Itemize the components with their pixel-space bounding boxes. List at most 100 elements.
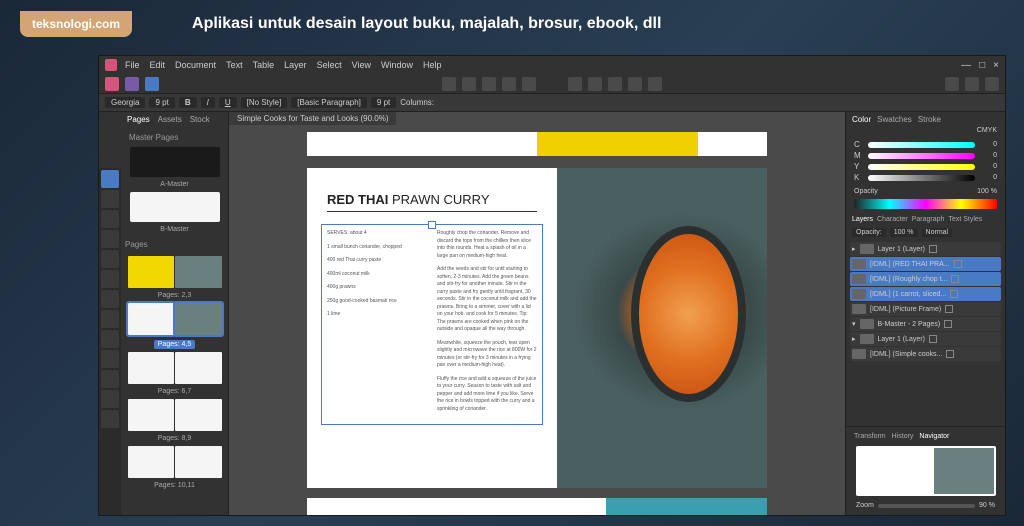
toolbar-icon[interactable] — [568, 77, 582, 91]
selected-text-frame[interactable]: SERVES: about 41 small bunch coriander, … — [327, 230, 537, 419]
tab-transform[interactable]: Transform — [854, 433, 886, 440]
navigator-preview[interactable] — [856, 446, 996, 496]
tab-assets[interactable]: Assets — [158, 115, 182, 124]
page-thumb-4-5[interactable] — [128, 303, 222, 335]
maximize-button[interactable]: □ — [979, 60, 985, 71]
toolbar-icon[interactable] — [628, 77, 642, 91]
zoom-slider[interactable] — [878, 504, 975, 508]
slider-y[interactable] — [868, 164, 975, 170]
layer-item[interactable]: [IDML] (Roughly chop t... — [850, 272, 1001, 286]
slider-y-val[interactable]: 0 — [979, 163, 997, 170]
document-tab[interactable]: Simple Cooks for Taste and Looks (90.0%) — [229, 112, 396, 125]
canvas[interactable]: Simple Cooks for Taste and Looks (90.0%)… — [229, 112, 845, 515]
spectrum-bar[interactable] — [854, 199, 997, 209]
close-button[interactable]: × — [993, 60, 999, 71]
table-tool-icon[interactable] — [101, 310, 119, 328]
tab-swatches[interactable]: Swatches — [877, 115, 912, 124]
menu-help[interactable]: Help — [423, 60, 442, 70]
transparency-tool-icon[interactable] — [101, 350, 119, 368]
bold-button[interactable]: B — [179, 97, 197, 108]
menu-select[interactable]: Select — [317, 60, 342, 70]
slider-c[interactable] — [868, 142, 975, 148]
toolbar-icon[interactable] — [985, 77, 999, 91]
slider-k-val[interactable]: 0 — [979, 174, 997, 181]
minimize-button[interactable]: — — [961, 60, 971, 71]
toolbar-icon[interactable] — [482, 77, 496, 91]
rectangle-tool-icon[interactable] — [101, 270, 119, 288]
toolbar-icon[interactable] — [588, 77, 602, 91]
toolbar-icon[interactable] — [502, 77, 516, 91]
fill-tool-icon[interactable] — [101, 330, 119, 348]
menu-document[interactable]: Document — [175, 60, 216, 70]
italic-button[interactable]: I — [201, 97, 215, 108]
text-tool-icon[interactable] — [101, 210, 119, 228]
menu-table[interactable]: Table — [253, 60, 275, 70]
page-thumb-2-3[interactable] — [128, 256, 222, 288]
frame-tool-icon[interactable] — [101, 230, 119, 248]
font-size[interactable]: 9 pt — [149, 97, 174, 108]
picker-tool-icon[interactable] — [101, 370, 119, 388]
persona-photo-icon[interactable] — [125, 77, 139, 91]
layer-opacity-val[interactable]: 100 % — [890, 228, 918, 237]
visibility-checkbox-icon[interactable] — [944, 320, 952, 328]
tab-character[interactable]: Character — [877, 216, 908, 223]
zoom-value[interactable]: 90 % — [979, 502, 995, 509]
blend-mode[interactable]: Normal — [922, 228, 953, 237]
menu-edit[interactable]: Edit — [150, 60, 166, 70]
pen-tool-icon[interactable] — [101, 250, 119, 268]
toolbar-icon[interactable] — [522, 77, 536, 91]
visibility-checkbox-icon[interactable] — [954, 260, 962, 268]
menu-file[interactable]: File — [125, 60, 140, 70]
persona-designer-icon[interactable] — [105, 77, 119, 91]
color-mode[interactable]: CMYK — [846, 127, 1005, 134]
visibility-checkbox-icon[interactable] — [946, 350, 954, 358]
master-a-thumb[interactable] — [130, 147, 220, 177]
tab-navigator[interactable]: Navigator — [919, 433, 949, 440]
tab-color[interactable]: Color — [852, 115, 871, 124]
visibility-checkbox-icon[interactable] — [951, 275, 959, 283]
opacity-val[interactable]: 100 % — [977, 188, 997, 195]
slider-c-val[interactable]: 0 — [979, 141, 997, 148]
move-tool-icon[interactable] — [101, 170, 119, 188]
tab-pages[interactable]: Pages — [127, 115, 150, 124]
font-select[interactable]: Georgia — [105, 97, 145, 108]
layer-item[interactable]: [IDML] (RED THAI PRA... — [850, 257, 1001, 271]
slider-k[interactable] — [868, 175, 975, 181]
menu-layer[interactable]: Layer — [284, 60, 307, 70]
slider-m[interactable] — [868, 153, 975, 159]
layer-item[interactable]: [IDML] (1 carrot, sliced... — [850, 287, 1001, 301]
toolbar-icon[interactable] — [442, 77, 456, 91]
hand-tool-icon[interactable] — [101, 410, 119, 428]
tab-layers[interactable]: Layers — [852, 216, 873, 223]
leading[interactable]: 9 pt — [371, 97, 396, 108]
menu-window[interactable]: Window — [381, 60, 413, 70]
toolbar-icon[interactable] — [965, 77, 979, 91]
zoom-tool-icon[interactable] — [101, 390, 119, 408]
tab-paragraph[interactable]: Paragraph — [912, 216, 945, 223]
visibility-checkbox-icon[interactable] — [929, 335, 937, 343]
page-thumb-10-11[interactable] — [128, 446, 222, 478]
tab-textstyles[interactable]: Text Styles — [948, 216, 982, 223]
page-thumb-8-9[interactable] — [128, 399, 222, 431]
master-b-thumb[interactable] — [130, 192, 220, 222]
visibility-checkbox-icon[interactable] — [945, 305, 953, 313]
layer-item[interactable]: ▸Layer 1 (Layer) — [850, 242, 1001, 256]
para-style[interactable]: [Basic Paragraph] — [291, 97, 367, 108]
node-tool-icon[interactable] — [101, 190, 119, 208]
slider-m-val[interactable]: 0 — [979, 152, 997, 159]
layer-item[interactable]: [IDML] (Simple cooks... — [850, 347, 1001, 361]
char-style[interactable]: [No Style] — [241, 97, 288, 108]
visibility-checkbox-icon[interactable] — [950, 290, 958, 298]
tab-history[interactable]: History — [892, 433, 914, 440]
toolbar-icon[interactable] — [462, 77, 476, 91]
toolbar-icon[interactable] — [648, 77, 662, 91]
page-thumb-6-7[interactable] — [128, 352, 222, 384]
layer-item[interactable]: [IDML] (Picture Frame) — [850, 302, 1001, 316]
ellipse-tool-icon[interactable] — [101, 290, 119, 308]
persona-vector-icon[interactable] — [145, 77, 159, 91]
tab-stock[interactable]: Stock — [190, 115, 210, 124]
menu-text[interactable]: Text — [226, 60, 243, 70]
layer-item[interactable]: ▸Layer 1 (Layer) — [850, 332, 1001, 346]
menu-view[interactable]: View — [352, 60, 371, 70]
layer-item[interactable]: ▾B-Master - 2 Pages) — [850, 317, 1001, 331]
